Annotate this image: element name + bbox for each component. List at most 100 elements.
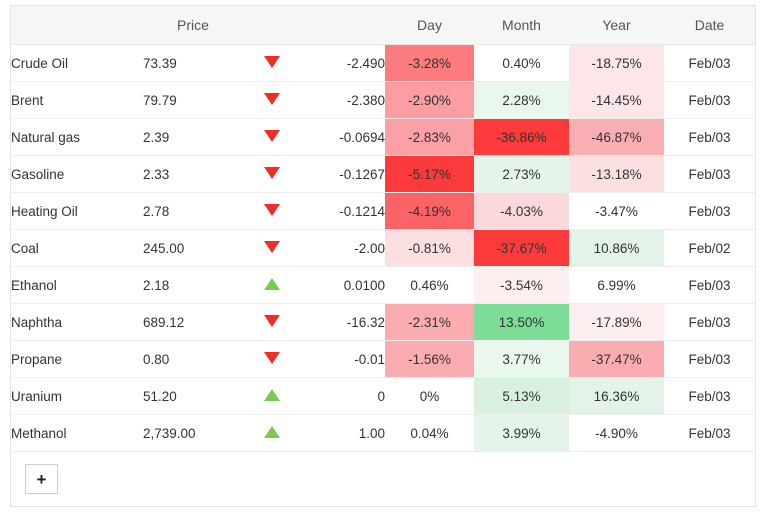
column-header-year[interactable]: Year: [569, 6, 664, 45]
commodity-day-change: 0%: [385, 377, 474, 415]
commodity-date: Feb/03: [664, 118, 755, 156]
header-row: Price Day Month Year Date: [11, 6, 755, 45]
commodity-date: Feb/03: [664, 81, 755, 119]
commodity-month-change: -4.03%: [474, 192, 569, 230]
commodity-price: 51.20: [143, 377, 243, 415]
commodity-date: Feb/03: [664, 266, 755, 304]
column-header-change[interactable]: [301, 6, 385, 45]
commodity-price: 2.39: [143, 118, 243, 156]
commodity-price: 73.39: [143, 44, 243, 82]
table-row[interactable]: Ethanol 2.18 0.0100 0.46% -3.54% 6.99% Feb/03: [11, 266, 755, 304]
commodity-month-change: 13.50%: [474, 303, 569, 341]
commodity-name[interactable]: Ethanol: [11, 266, 143, 304]
trend-up-icon: [243, 377, 301, 415]
commodity-name[interactable]: Naphtha: [11, 303, 143, 341]
commodity-year-change: -14.45%: [569, 81, 664, 119]
trend-down-icon: [243, 81, 301, 119]
commodity-name[interactable]: Methanol: [11, 414, 143, 452]
commodity-date: Feb/03: [664, 155, 755, 193]
commodity-year-change: -4.90%: [569, 414, 664, 452]
commodity-name[interactable]: Brent: [11, 81, 143, 119]
trend-down-icon: [243, 303, 301, 341]
commodity-change: -2.380: [301, 81, 385, 119]
commodity-name[interactable]: Gasoline: [11, 155, 143, 193]
table-row[interactable]: Methanol 2,739.00 1.00 0.04% 3.99% -4.90% Feb/…: [11, 414, 755, 452]
trend-down-icon: [243, 118, 301, 156]
triangle-down-icon: [264, 129, 280, 142]
commodity-name[interactable]: Heating Oil: [11, 192, 143, 230]
commodity-price: 2.78: [143, 192, 243, 230]
table-row[interactable]: Coal 245.00 -2.00 -0.81% -37.67% 10.86% Feb/02: [11, 229, 755, 267]
commodity-day-change: -2.83%: [385, 118, 474, 156]
commodity-year-change: -18.75%: [569, 44, 664, 82]
commodity-day-change: -2.90%: [385, 81, 474, 119]
add-commodity-button[interactable]: +: [25, 464, 58, 494]
commodity-month-change: 0.40%: [474, 44, 569, 82]
table-header: Price Day Month Year Date: [11, 6, 755, 45]
commodity-month-change: -36.86%: [474, 118, 569, 156]
commodity-name[interactable]: Natural gas: [11, 118, 143, 156]
column-header-date[interactable]: Date: [664, 6, 755, 45]
trend-down-icon: [243, 192, 301, 230]
commodity-change: -0.1267: [301, 155, 385, 193]
table-row[interactable]: Gasoline 2.33 -0.1267 -5.17% 2.73% -13.18% Feb…: [11, 155, 755, 193]
table-row[interactable]: Heating Oil 2.78 -0.1214 -4.19% -4.03% -3.47%…: [11, 192, 755, 230]
commodity-year-change: -3.47%: [569, 192, 664, 230]
trend-up-icon: [243, 266, 301, 304]
triangle-down-icon: [264, 314, 280, 327]
commodity-date: Feb/02: [664, 229, 755, 267]
commodity-name[interactable]: Uranium: [11, 377, 143, 415]
commodity-change: 0: [301, 377, 385, 415]
commodity-month-change: -37.67%: [474, 229, 569, 267]
commodity-day-change: -0.81%: [385, 229, 474, 267]
column-header-month[interactable]: Month: [474, 6, 569, 45]
column-header-direction: [243, 6, 301, 45]
commodity-change: -2.490: [301, 44, 385, 82]
commodity-year-change: -17.89%: [569, 303, 664, 341]
commodity-name[interactable]: Propane: [11, 340, 143, 378]
commodity-year-change: -37.47%: [569, 340, 664, 378]
triangle-down-icon: [264, 166, 280, 179]
commodity-price: 245.00: [143, 229, 243, 267]
column-header-price[interactable]: Price: [143, 6, 243, 45]
commodity-date: Feb/03: [664, 377, 755, 415]
table-row[interactable]: Naphtha 689.12 -16.32 -2.31% 13.50% -17.89% Fe…: [11, 303, 755, 341]
trend-down-icon: [243, 155, 301, 193]
commodity-year-change: 6.99%: [569, 266, 664, 304]
triangle-down-icon: [264, 240, 280, 253]
commodity-price: 2,739.00: [143, 414, 243, 452]
commodity-day-change: 0.46%: [385, 266, 474, 304]
commodity-name[interactable]: Crude Oil: [11, 44, 143, 82]
commodity-price: 689.12: [143, 303, 243, 341]
commodity-date: Feb/03: [664, 192, 755, 230]
commodity-price: 2.18: [143, 266, 243, 304]
table-footer: +: [11, 452, 755, 507]
commodity-change: -16.32: [301, 303, 385, 341]
table-row[interactable]: Uranium 51.20 0 0% 5.13% 16.36% Feb/03: [11, 377, 755, 415]
trend-down-icon: [243, 44, 301, 82]
commodity-year-change: 16.36%: [569, 377, 664, 415]
column-header-day[interactable]: Day: [385, 6, 474, 45]
commodity-price: 0.80: [143, 340, 243, 378]
commodity-change: -0.1214: [301, 192, 385, 230]
triangle-down-icon: [264, 55, 280, 68]
column-header-name[interactable]: [11, 6, 143, 45]
table-row[interactable]: Crude Oil 73.39 -2.490 -3.28% 0.40% -18.75% Fe…: [11, 44, 755, 82]
table-row[interactable]: Brent 79.79 -2.380 -2.90% 2.28% -14.45% Feb/03: [11, 81, 755, 119]
table-row[interactable]: Propane 0.80 -0.01 -1.56% 3.77% -37.47% Feb/03: [11, 340, 755, 378]
commodity-day-change: -2.31%: [385, 303, 474, 341]
commodities-table: Price Day Month Year Date Crude Oil 73.39…: [11, 6, 755, 506]
commodity-year-change: -46.87%: [569, 118, 664, 156]
commodity-name[interactable]: Coal: [11, 229, 143, 267]
table-row[interactable]: Natural gas 2.39 -0.0694 -2.83% -36.86% -46.8…: [11, 118, 755, 156]
commodity-month-change: 3.77%: [474, 340, 569, 378]
commodity-change: 1.00: [301, 414, 385, 452]
commodity-month-change: 3.99%: [474, 414, 569, 452]
commodity-day-change: -1.56%: [385, 340, 474, 378]
commodity-day-change: -3.28%: [385, 44, 474, 82]
commodity-day-change: -4.19%: [385, 192, 474, 230]
commodity-date: Feb/03: [664, 340, 755, 378]
commodity-day-change: 0.04%: [385, 414, 474, 452]
commodity-month-change: 2.28%: [474, 81, 569, 119]
commodity-date: Feb/03: [664, 303, 755, 341]
